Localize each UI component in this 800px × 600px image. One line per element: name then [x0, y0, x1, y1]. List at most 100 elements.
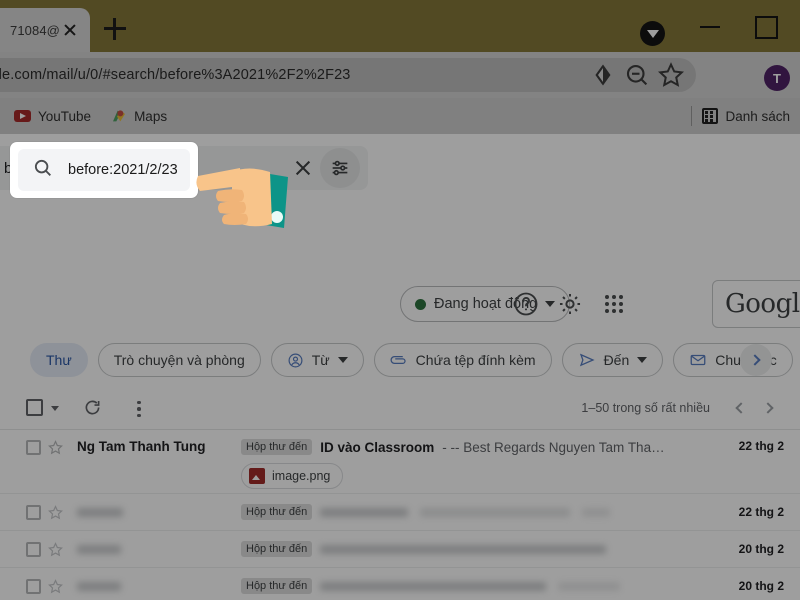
row-checkbox[interactable]	[26, 579, 41, 594]
row-checkbox[interactable]	[26, 505, 41, 520]
chip-label: Chứa tệp đính kèm	[415, 352, 536, 368]
reading-list-button[interactable]: Danh sách	[692, 103, 800, 129]
pagination-count: 1–50 trong số rất nhiều	[581, 400, 710, 415]
screenshot-root: 71084@ oogle.com/mail/u/0/#search/before…	[0, 0, 800, 600]
row-date: 20 thg 2	[738, 579, 784, 593]
settings-gear-icon[interactable]	[556, 290, 584, 318]
image-file-icon	[249, 468, 265, 484]
attachment-name: image.png	[272, 469, 331, 483]
row-snippet: - -- Best Regards Nguyen Tam Tha…	[442, 439, 665, 455]
chevron-down-icon	[637, 357, 648, 363]
more-options-icon[interactable]	[124, 393, 154, 423]
pointing-hand-cursor	[196, 146, 296, 237]
bookmark-youtube[interactable]: YouTube	[4, 103, 101, 129]
chevron-down-icon	[545, 301, 556, 307]
search-options-icon[interactable]	[320, 148, 360, 188]
table-row[interactable]: Hộp thư đến 20 thg 2	[0, 531, 800, 568]
tab-title: 71084@	[10, 22, 60, 38]
highlighted-search-value: before:2021/2/23	[68, 162, 178, 178]
bookmark-maps[interactable]: Maps	[101, 103, 177, 129]
mail-list-toolbar: 1–50 trong số rất nhiều	[0, 386, 800, 430]
person-icon	[287, 352, 304, 369]
row-label-inbox: Hộp thư đến	[241, 504, 313, 520]
zoom-out-icon[interactable]	[622, 60, 652, 90]
address-bar[interactable]: oogle.com/mail/u/0/#search/before%3A2021…	[0, 58, 696, 92]
profile-avatar[interactable]: T	[764, 65, 790, 91]
filter-chip-unread[interactable]: Chưa đọc	[673, 343, 793, 377]
bookmark-label: YouTube	[38, 108, 92, 124]
row-snippet	[320, 542, 607, 557]
google-logo-box: Google	[712, 280, 800, 328]
window-minimize-button[interactable]	[692, 10, 728, 42]
star-icon[interactable]	[41, 578, 69, 595]
pagination-prev-icon[interactable]	[724, 393, 754, 423]
search-icon	[32, 157, 54, 184]
help-icon[interactable]	[512, 290, 540, 318]
row-label-inbox: Hộp thư đến	[241, 578, 313, 594]
search-highlight-callout[interactable]: before:2021/2/23	[10, 142, 198, 198]
browser-tab[interactable]: 71084@	[0, 8, 90, 52]
chip-label: Trò chuyện và phòng	[113, 352, 245, 368]
browser-toolbar: oogle.com/mail/u/0/#search/before%3A2021…	[0, 52, 800, 98]
attachment-chip[interactable]: image.png	[241, 463, 344, 489]
star-icon[interactable]	[41, 504, 69, 521]
bookmark-star-icon[interactable]	[656, 60, 686, 90]
pagination-next-icon[interactable]	[754, 393, 784, 423]
row-label-inbox: Hộp thư đến	[241, 541, 313, 557]
browser-tabstrip: 71084@	[0, 0, 800, 52]
filter-chip-attachment[interactable]: Chứa tệp đính kèm	[373, 343, 552, 377]
filter-chip-mail[interactable]: Thư	[30, 343, 88, 377]
google-logo-text: Google	[725, 289, 800, 319]
reading-list-icon	[702, 108, 719, 124]
envelope-icon	[689, 351, 707, 369]
reading-mode-icon[interactable]	[588, 60, 618, 90]
filter-chip-chat[interactable]: Trò chuyện và phòng	[97, 343, 261, 377]
address-bar-url: oogle.com/mail/u/0/#search/before%3A2021…	[0, 67, 351, 83]
row-snippet	[320, 579, 620, 594]
status-chip[interactable]: Đang hoạt động	[400, 286, 571, 322]
chip-label: Từ	[311, 352, 330, 368]
window-maximize-button[interactable]	[746, 10, 782, 42]
refresh-icon[interactable]	[78, 393, 108, 423]
filter-chip-row: Thư Trò chuyện và phòng Từ Chứa tệp đính…	[0, 342, 800, 378]
close-tab-icon[interactable]	[60, 20, 80, 40]
bookmarks-bar: YouTube Maps Danh sách	[0, 98, 800, 134]
dimmed-page: 71084@ oogle.com/mail/u/0/#search/before…	[0, 0, 800, 600]
reading-list-label: Danh sách	[725, 108, 790, 124]
row-date: 22 thg 2	[738, 505, 784, 519]
google-apps-icon[interactable]	[600, 290, 628, 318]
send-icon	[578, 351, 596, 369]
attachment-icon	[390, 351, 408, 369]
star-icon[interactable]	[41, 439, 69, 456]
chip-label: Đến	[603, 352, 630, 368]
row-checkbox[interactable]	[26, 542, 41, 557]
chip-scroll-next-button[interactable]	[740, 344, 772, 376]
status-dot-icon	[415, 298, 426, 310]
filter-chip-to[interactable]: Đến	[561, 343, 664, 377]
google-maps-icon	[111, 108, 127, 124]
star-icon[interactable]	[41, 541, 69, 558]
download-indicator-icon[interactable]	[640, 21, 665, 46]
select-all-checkbox[interactable]	[26, 393, 59, 423]
filter-chip-from[interactable]: Từ	[270, 343, 364, 377]
chevron-down-icon	[337, 357, 348, 363]
row-subject: ID vào Classroom	[320, 439, 435, 455]
mail-list: Ng Tam Thanh Tung Hộp thư đến ID vào Cla…	[0, 430, 800, 600]
bookmark-label: Maps	[134, 108, 168, 124]
row-date: 20 thg 2	[738, 542, 784, 556]
table-row[interactable]: Hộp thư đến 20 thg 2	[0, 568, 800, 600]
row-date: 22 thg 2	[738, 439, 784, 453]
highlighted-search-input[interactable]: before:2021/2/23	[18, 149, 190, 191]
row-label-inbox: Hộp thư đến	[241, 439, 313, 455]
chip-label: Thư	[46, 352, 72, 368]
row-sender	[69, 542, 241, 557]
table-row[interactable]: Ng Tam Thanh Tung Hộp thư đến ID vào Cla…	[0, 430, 800, 494]
gmail-app: before:2021/2/23 Đang hoạt động	[0, 134, 800, 600]
row-sender: Ng Tam Thanh Tung	[77, 439, 206, 454]
row-sender	[69, 579, 241, 594]
youtube-icon	[14, 110, 31, 122]
row-checkbox[interactable]	[26, 440, 41, 455]
table-row[interactable]: Hộp thư đến 22 thg 2	[0, 494, 800, 531]
row-snippet	[320, 505, 610, 520]
new-tab-icon[interactable]	[104, 18, 126, 40]
